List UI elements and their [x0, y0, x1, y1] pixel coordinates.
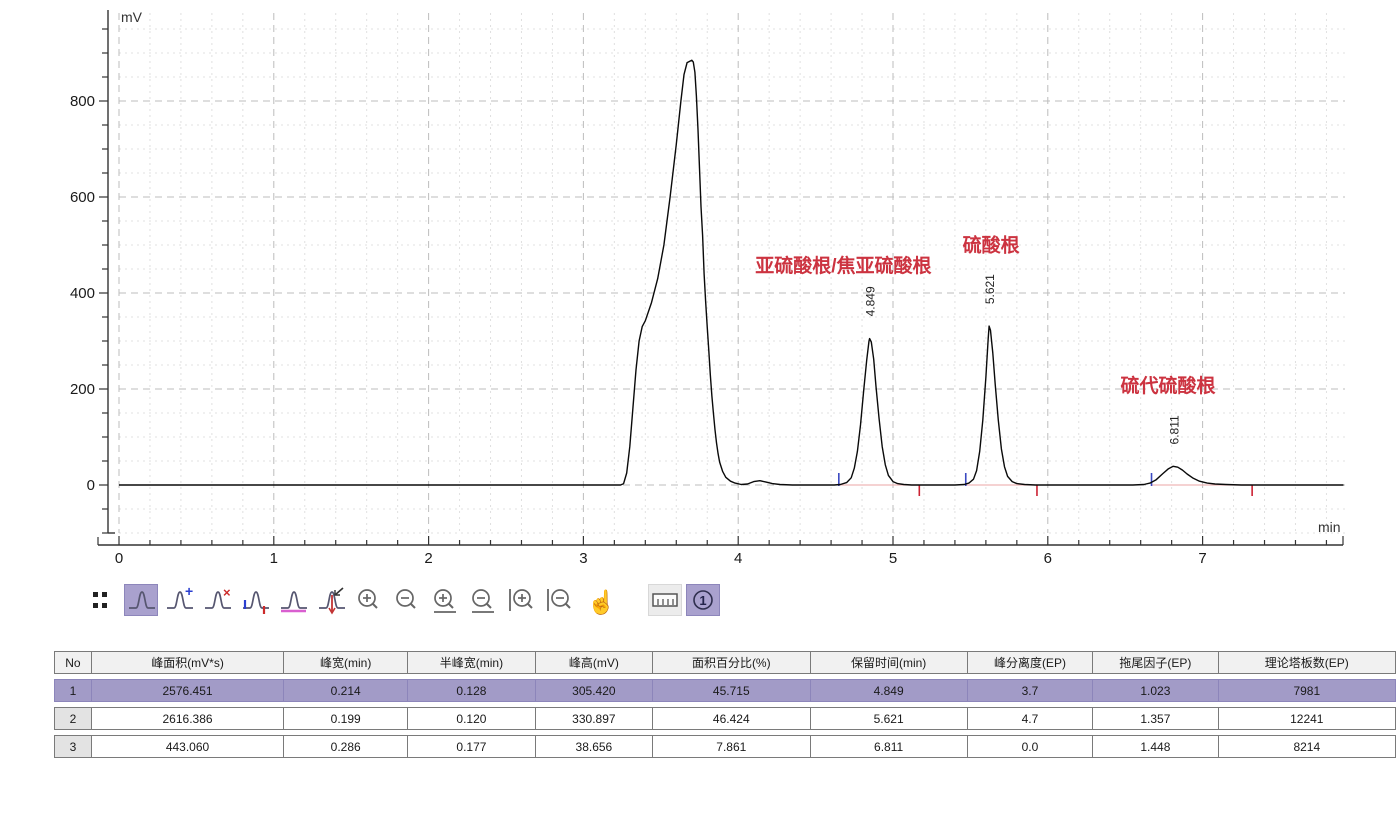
integrate-peak-icon[interactable] — [124, 584, 158, 616]
delete-peak-icon[interactable]: × — [200, 584, 234, 616]
table-cell: 1.357 — [1093, 707, 1218, 730]
table-cell: 0.286 — [284, 735, 408, 758]
retention-time-label: 5.621 — [983, 274, 997, 304]
table-cell: 46.424 — [653, 707, 810, 730]
table-cell: 0.177 — [408, 735, 536, 758]
zoom-in-x-icon[interactable] — [504, 584, 538, 616]
column-header[interactable]: No — [54, 651, 92, 674]
x-tick-label: 0 — [115, 550, 123, 567]
table-cell: 0.199 — [284, 707, 408, 730]
zoom-in-y-icon[interactable] — [428, 584, 462, 616]
chart-toolbar: + × ☝ 1 — [86, 584, 724, 616]
baseline-icon[interactable] — [276, 584, 310, 616]
table-cell: 2576.451 — [92, 679, 284, 702]
y-tick-label: 400 — [70, 285, 95, 302]
x-tick-label: 5 — [889, 550, 897, 567]
table-cell: 12241 — [1219, 707, 1396, 730]
y-tick-label: 600 — [70, 189, 95, 206]
table-cell: 6.811 — [811, 735, 968, 758]
y-axis-unit-label: mV — [121, 9, 143, 25]
toolbar-spacer — [618, 585, 648, 615]
table-cell: 305.420 — [536, 679, 653, 702]
x-tick-label: 6 — [1044, 550, 1052, 567]
table-row[interactable]: 22616.3860.1990.120330.89746.4245.6214.7… — [54, 707, 1396, 730]
table-cell: 45.715 — [653, 679, 810, 702]
retention-time-label: 6.811 — [1167, 415, 1181, 444]
row-number-cell: 3 — [54, 735, 92, 758]
x-axis-unit-label: min — [1318, 519, 1341, 535]
svg-text:☝: ☝ — [587, 588, 612, 615]
add-peak-icon[interactable]: + — [162, 584, 196, 616]
column-header[interactable]: 理论塔板数(EP) — [1219, 651, 1396, 674]
channel-number: 1 — [699, 593, 706, 608]
column-header[interactable]: 峰宽(min) — [284, 651, 408, 674]
x-tick-label: 7 — [1198, 550, 1206, 567]
x-tick-label: 3 — [579, 550, 587, 567]
zoom-in-icon[interactable] — [352, 584, 386, 616]
table-cell: 443.060 — [92, 735, 284, 758]
table-row[interactable]: 3443.0600.2860.17738.6567.8616.8110.01.4… — [54, 735, 1396, 758]
x-tick-label: 2 — [424, 550, 432, 567]
column-header[interactable]: 面积百分比(%) — [653, 651, 810, 674]
svg-text:+: + — [185, 585, 193, 599]
table-cell: 7.861 — [653, 735, 810, 758]
table-cell: 5.621 — [811, 707, 968, 730]
y-tick-label: 200 — [70, 381, 95, 398]
row-number-cell: 2 — [54, 707, 92, 730]
column-header[interactable]: 半峰宽(min) — [408, 651, 536, 674]
y-tick-label: 800 — [70, 93, 95, 110]
table-row[interactable]: 12576.4510.2140.128305.42045.7154.8493.7… — [54, 679, 1396, 702]
table-cell: 0.214 — [284, 679, 408, 702]
channel-1-icon[interactable]: 1 — [686, 584, 720, 616]
split-peak-icon[interactable] — [314, 584, 348, 616]
table-cell: 0.0 — [968, 735, 1093, 758]
compound-annotation: 亚硫酸根/焦亚硫酸根 — [755, 254, 931, 277]
table-cell: 330.897 — [536, 707, 653, 730]
table-cell: 8214 — [1219, 735, 1396, 758]
y-tick-label: 0 — [87, 477, 95, 494]
pan-hand-icon[interactable]: ☝ — [580, 584, 614, 616]
column-header[interactable]: 峰分离度(EP) — [968, 651, 1093, 674]
x-tick-label: 1 — [270, 550, 278, 567]
column-header[interactable]: 峰高(mV) — [536, 651, 653, 674]
table-cell: 3.7 — [968, 679, 1093, 702]
x-tick-label: 4 — [734, 550, 742, 567]
table-cell: 1.023 — [1093, 679, 1218, 702]
column-header[interactable]: 峰面积(mV*s) — [92, 651, 284, 674]
row-number-cell: 1 — [54, 679, 92, 702]
table-cell: 4.7 — [968, 707, 1093, 730]
compound-annotation: 硫酸根 — [963, 234, 1020, 257]
fit-screen-icon[interactable] — [86, 584, 120, 616]
table-cell: 7981 — [1219, 679, 1396, 702]
peak-results-table: No峰面积(mV*s)峰宽(min)半峰宽(min)峰高(mV)面积百分比(%)… — [54, 646, 1396, 763]
table-cell: 0.128 — [408, 679, 536, 702]
ruler-icon[interactable] — [648, 584, 682, 616]
chromatogram-panel: 0 200 400 600 800 mV 0 1 2 3 4 5 6 7 min 4.849 5.621 6.81… — [0, 0, 1396, 580]
column-header[interactable]: 保留时间(min) — [811, 651, 968, 674]
chromatography-workstation: 0 200 400 600 800 mV 0 1 2 3 4 5 6 7 min 4.849 5.621 6.81… — [0, 0, 1396, 816]
manual-peak-icon[interactable] — [238, 584, 272, 616]
table-cell: 0.120 — [408, 707, 536, 730]
zoom-out-icon[interactable] — [390, 584, 424, 616]
table-cell: 1.448 — [1093, 735, 1218, 758]
compound-annotation: 硫代硫酸根 — [1121, 374, 1216, 397]
peak-table-header: No峰面积(mV*s)峰宽(min)半峰宽(min)峰高(mV)面积百分比(%)… — [54, 651, 1396, 674]
svg-text:×: × — [223, 585, 231, 600]
table-cell: 38.656 — [536, 735, 653, 758]
column-header[interactable]: 拖尾因子(EP) — [1093, 651, 1218, 674]
table-cell: 4.849 — [811, 679, 968, 702]
zoom-out-y-icon[interactable] — [466, 584, 500, 616]
table-cell: 2616.386 — [92, 707, 284, 730]
zoom-out-x-icon[interactable] — [542, 584, 576, 616]
signal-trace — [119, 60, 1344, 485]
retention-time-label: 4.849 — [864, 286, 878, 316]
chromatogram-plot[interactable]: 0 200 400 600 800 mV 0 1 2 3 4 5 6 7 min 4.849 5.621 6.81… — [0, 0, 1396, 580]
